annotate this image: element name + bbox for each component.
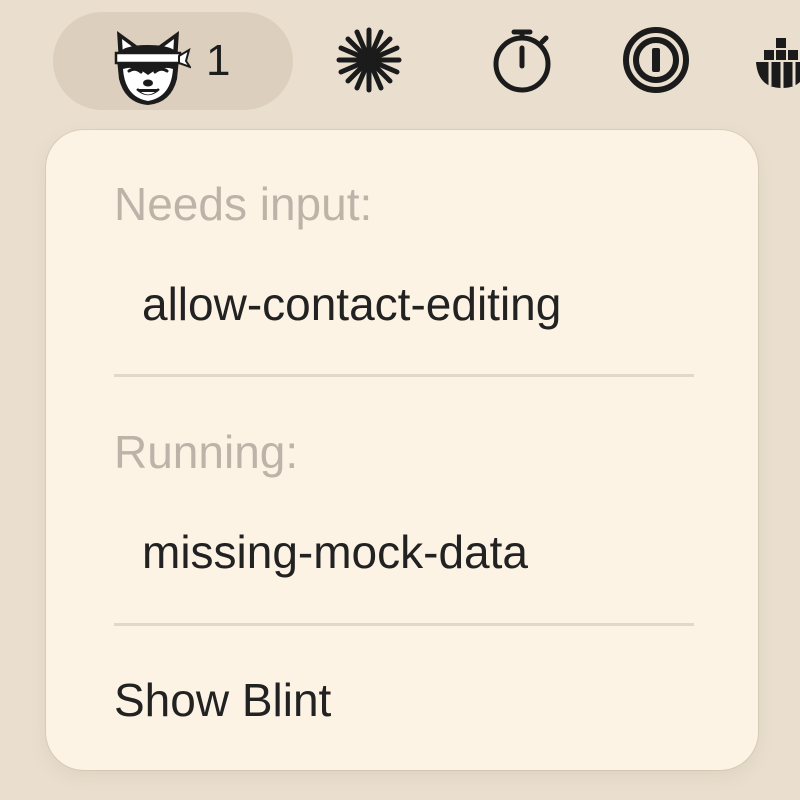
blint-fox-icon (114, 31, 191, 105)
menu-bar: 1 (0, 0, 800, 120)
running-header: Running: (114, 426, 299, 478)
menu-divider (114, 623, 694, 626)
container-icon[interactable] (752, 24, 800, 96)
pending-count-badge: 1 (206, 36, 231, 85)
blint-status-item[interactable]: 1 (53, 12, 293, 110)
needs-input-header: Needs input: (114, 178, 373, 230)
running-item[interactable]: missing-mock-data (142, 524, 528, 580)
status-menu: Needs input: allow-contact-editing Runni… (46, 130, 758, 770)
menu-divider (114, 374, 694, 377)
needs-input-item[interactable]: allow-contact-editing (142, 276, 561, 332)
password-manager-icon[interactable] (620, 24, 692, 96)
starburst-icon[interactable] (333, 24, 405, 96)
show-blint-item[interactable]: Show Blint (114, 672, 331, 728)
stopwatch-icon[interactable] (486, 24, 558, 96)
